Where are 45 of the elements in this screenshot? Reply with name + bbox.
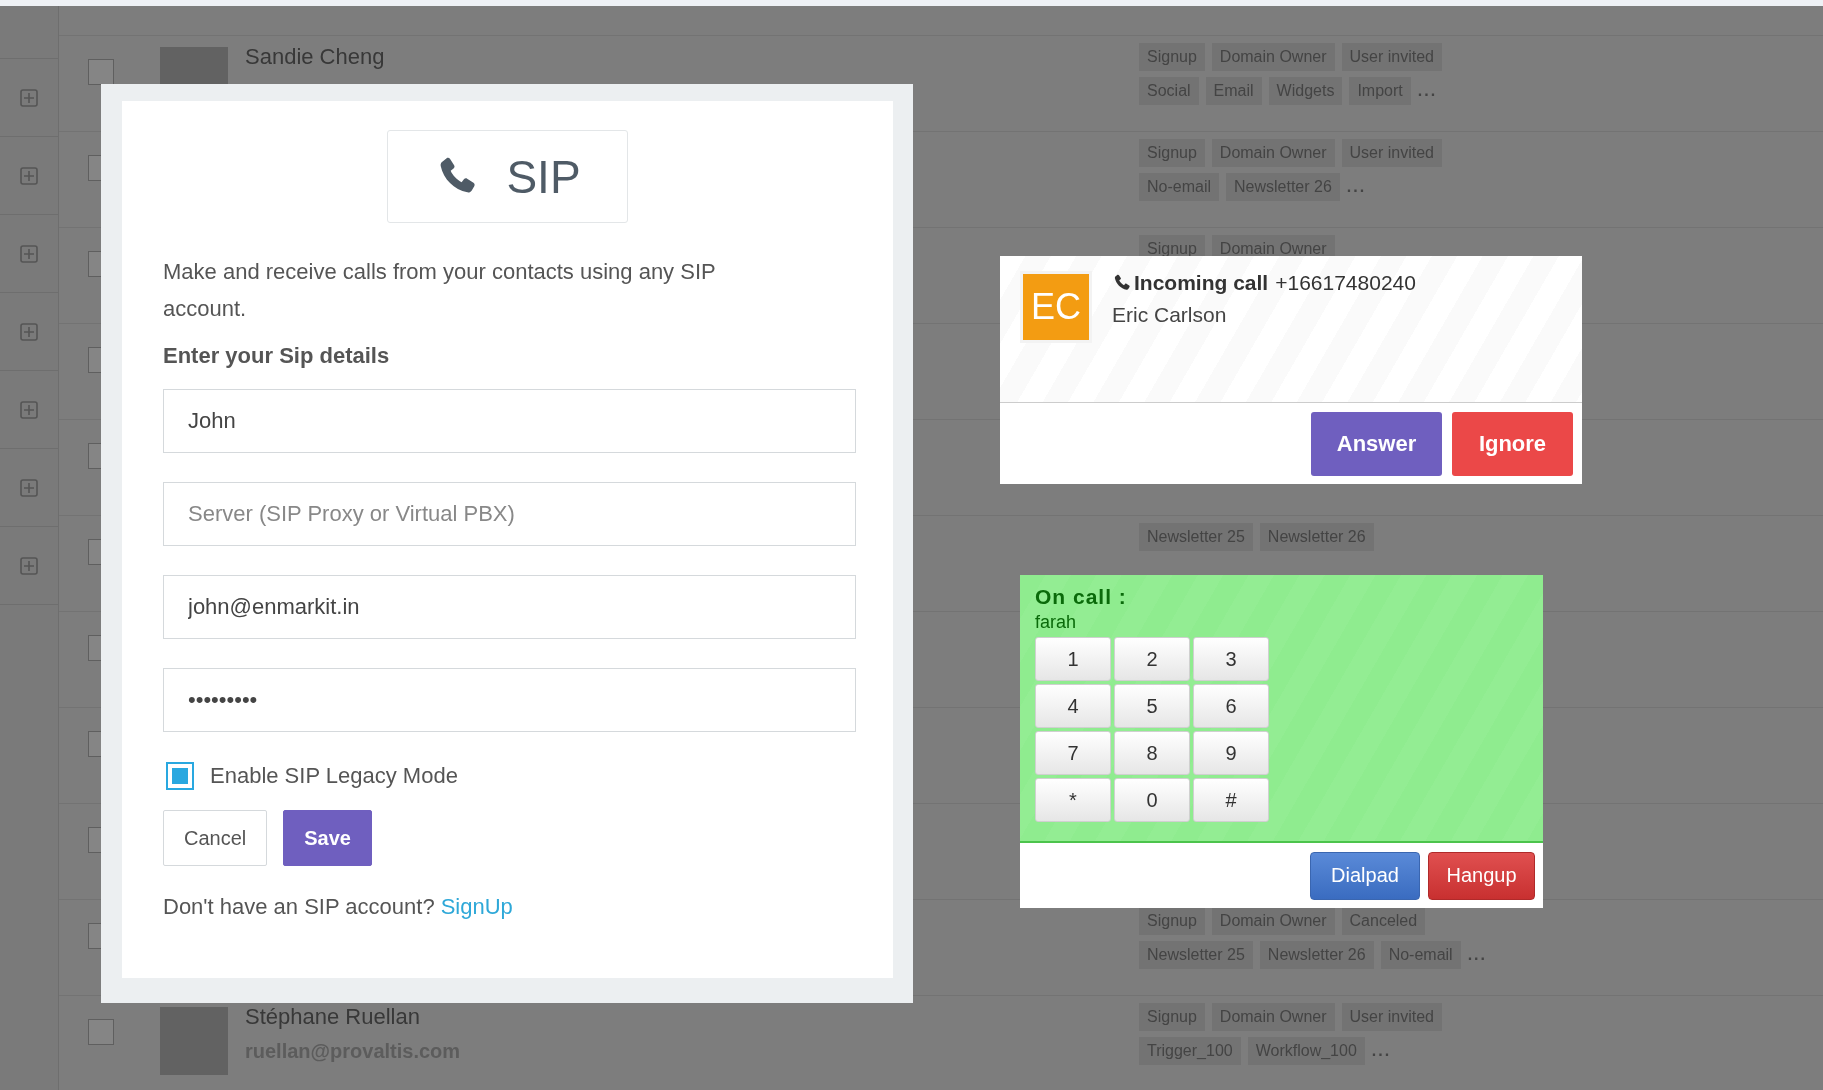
description: Make and receive calls from your contacts using any SIP account.: [163, 258, 717, 323]
keypad-key[interactable]: 4: [1035, 684, 1111, 728]
expand-icon[interactable]: [20, 400, 38, 419]
expand-icon[interactable]: [20, 322, 38, 341]
save-button[interactable]: Save: [283, 810, 372, 866]
expand-icon[interactable]: [20, 244, 38, 263]
phone-icon: [1112, 273, 1132, 293]
caller-initials: EC: [1020, 271, 1092, 343]
keypad-key[interactable]: 8: [1114, 731, 1190, 775]
footer-text: Don't have an SIP account?: [163, 894, 435, 920]
legacy-mode-label: Enable SIP Legacy Mode: [210, 763, 458, 789]
keypad-key[interactable]: 2: [1114, 637, 1190, 681]
keypad-key[interactable]: 7: [1035, 731, 1111, 775]
expand-icon[interactable]: [20, 88, 38, 107]
keypad-key[interactable]: 1: [1035, 637, 1111, 681]
expand-icon[interactable]: [20, 556, 38, 575]
sip-title: SIP: [506, 149, 581, 204]
keypad-key[interactable]: *: [1035, 778, 1111, 822]
phone-number: +16617480240: [1275, 271, 1416, 295]
row-checkbox[interactable]: [88, 1019, 114, 1045]
hangup-button[interactable]: Hangup: [1428, 851, 1535, 900]
keypad-key[interactable]: 5: [1114, 684, 1190, 728]
keypad-key[interactable]: 3: [1193, 637, 1269, 681]
input-field[interactable]: john@enmarkit.in: [163, 575, 856, 639]
expand-icon[interactable]: [20, 166, 38, 185]
incoming-call-title: Incoming call: [1134, 271, 1269, 295]
legacy-mode-checkbox[interactable]: [166, 762, 194, 790]
input-field[interactable]: Server (SIP Proxy or Virtual PBX): [163, 482, 856, 546]
row-checkbox[interactable]: [88, 59, 114, 85]
dialpad-button[interactable]: Dialpad: [1310, 851, 1420, 900]
keypad-key[interactable]: #: [1193, 778, 1269, 822]
keypad-key[interactable]: 0: [1114, 778, 1190, 822]
input-field[interactable]: John: [163, 389, 856, 453]
caller-name: Eric Carlson: [1112, 303, 1228, 327]
ignore-button[interactable]: Ignore: [1452, 411, 1573, 476]
input-field[interactable]: •••••••••: [163, 668, 856, 732]
keypad-key[interactable]: 6: [1193, 684, 1269, 728]
answer-button[interactable]: Answer: [1311, 411, 1442, 476]
expand-icon[interactable]: [20, 478, 38, 497]
keypad-key[interactable]: 9: [1193, 731, 1269, 775]
section-heading: Enter your Sip details: [163, 343, 391, 369]
contact-name: farah: [1035, 612, 1078, 633]
avatar-placeholder: [160, 1007, 228, 1075]
cancel-button[interactable]: Cancel: [163, 810, 268, 866]
on-call-title: On call :: [1035, 585, 1128, 609]
